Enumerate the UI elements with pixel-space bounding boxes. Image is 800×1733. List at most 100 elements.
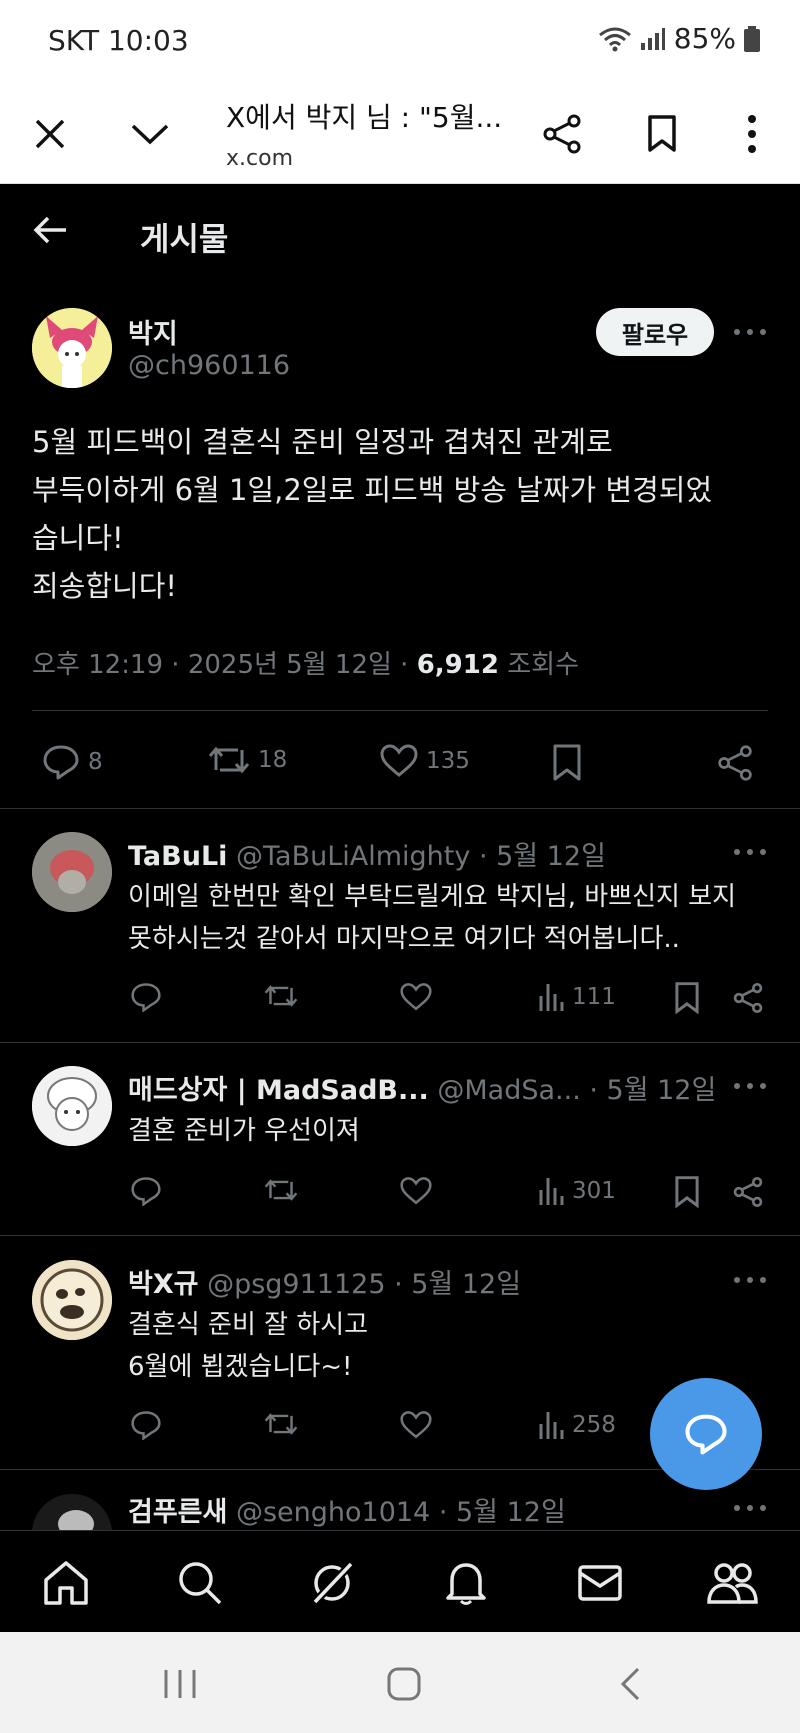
battery-percent: 85% (673, 22, 736, 55)
post-more-button[interactable] (730, 324, 770, 340)
avatar[interactable] (32, 308, 112, 388)
reply-like-button[interactable] (400, 982, 432, 1012)
reply-text-line: 못하시는것 같아서 마지막으로 여기다 적어봅니다.. (128, 924, 680, 954)
reply-author-name[interactable]: 검푸른새 (128, 1497, 227, 1528)
home-icon (44, 1561, 88, 1605)
reply-like-button[interactable] (400, 1176, 432, 1206)
repost-icon (264, 1413, 298, 1435)
nav-notifications[interactable] (436, 1553, 496, 1613)
reply-author-name[interactable]: 박X규 (128, 1269, 199, 1300)
reply-share-button[interactable] (732, 1176, 764, 1208)
reply-bookmark-button[interactable] (674, 1176, 700, 1208)
reply-share-button[interactable] (732, 982, 764, 1014)
recent-apps-button[interactable] (150, 1662, 210, 1706)
back-arrow-icon (33, 216, 66, 244)
bookmark-button[interactable] (552, 744, 582, 782)
browser-page-title: X에서 박지 님 : "5월... (226, 101, 503, 134)
nav-home[interactable] (36, 1553, 96, 1613)
reply-date[interactable]: · 5월 12일 (581, 1075, 716, 1106)
close-tab-button[interactable] (20, 104, 80, 164)
reply-reply-button[interactable] (130, 1176, 162, 1206)
bell-icon (446, 1563, 486, 1605)
reply-more-button[interactable] (730, 1500, 770, 1516)
reply-repost-button[interactable] (264, 1410, 298, 1438)
like-button[interactable]: 135 (380, 744, 470, 778)
back-system-button[interactable] (600, 1662, 660, 1706)
reply-author-handle[interactable]: @sengho1014 (227, 1497, 430, 1528)
reply-text-line: 이메일 한번만 확인 부탁드릴게요 박지님, 바쁘신지 보지 (128, 882, 737, 912)
avatar[interactable] (32, 1066, 112, 1146)
reply-views-button[interactable]: 301 (538, 1176, 616, 1206)
more-dot (734, 1083, 740, 1089)
avatar-illustration (32, 308, 112, 388)
share-icon (718, 745, 752, 781)
compose-reply-button[interactable] (650, 1378, 762, 1490)
reply-like-button[interactable] (400, 1410, 432, 1440)
reply-header: 매드상자 | MadSadB... @MadSa... · 5월 12일 (128, 1068, 728, 1107)
search-icon (179, 1562, 222, 1605)
reply-repost-button[interactable] (264, 982, 298, 1010)
back-button[interactable] (30, 210, 74, 254)
reply-bookmark-button[interactable] (674, 982, 700, 1014)
reply-author-handle[interactable]: @psg911125 (199, 1269, 385, 1300)
grok-icon (312, 1561, 354, 1605)
post-timestamp[interactable]: 오후 12:19 · 2025년 5월 12일 · (32, 650, 417, 680)
divider (0, 1235, 800, 1236)
repost-icon (264, 985, 298, 1007)
status-time: SKT 10:03 (48, 24, 189, 57)
mail-icon (578, 1565, 622, 1601)
bookmark-page-button[interactable] (632, 104, 692, 164)
avatar[interactable] (32, 1260, 112, 1340)
more-dot (747, 1083, 753, 1089)
reply-reply-button[interactable] (130, 982, 162, 1012)
reply-date[interactable]: · 5월 12일 (430, 1497, 566, 1528)
reply-date[interactable]: · 5월 12일 (386, 1269, 521, 1300)
repost-button[interactable]: 18 (208, 744, 287, 776)
overflow-menu-button[interactable] (722, 104, 782, 164)
reply-text-line: 6월에 뵙겠습니다~! (128, 1352, 353, 1382)
reply-text-line: 결혼식 준비 잘 하시고 (128, 1310, 369, 1340)
share-button[interactable] (532, 104, 592, 164)
nav-messages[interactable] (570, 1553, 630, 1613)
page-title-area[interactable]: X에서 박지 님 : "5월... x.com (226, 88, 526, 171)
reply-views-button[interactable]: 111 (538, 982, 616, 1012)
post-text-line: 부득이하게 6월 1일,2일로 피드백 방송 날짜가 변경되었 (32, 473, 713, 507)
reply-more-button[interactable] (730, 1078, 770, 1094)
reply-more-button[interactable] (730, 1272, 770, 1288)
reply-repost-button[interactable] (264, 1176, 298, 1204)
reply-more-button[interactable] (730, 844, 770, 860)
reply-date[interactable]: · 5월 12일 (470, 841, 606, 872)
reply-views-button[interactable]: 258 (538, 1410, 616, 1440)
avatar[interactable] (32, 832, 112, 912)
reply-author-name[interactable]: 매드상자 | MadSadB... (128, 1075, 429, 1106)
avatar[interactable] (32, 1494, 112, 1530)
more-dot (760, 1083, 766, 1089)
heart-icon (400, 1411, 432, 1439)
share-icon (733, 982, 763, 1014)
reply-views: 111 (572, 984, 616, 1010)
nav-communities[interactable] (702, 1553, 762, 1613)
reply-author-handle[interactable]: @TaBuLiAlmighty (236, 841, 470, 872)
share-icon (543, 114, 581, 154)
battery-icon (744, 25, 760, 52)
reply-author-handle[interactable]: @MadSa... (429, 1075, 580, 1106)
nav-search[interactable] (170, 1553, 230, 1613)
reply-button[interactable]: 8 (42, 744, 103, 780)
divider (0, 1042, 800, 1043)
nav-grok[interactable] (302, 1553, 362, 1613)
follow-button[interactable]: 팔로우 (596, 308, 714, 356)
more-dot (734, 329, 740, 335)
reply-header: TaBuLi @TaBuLiAlmighty · 5월 12일 (128, 834, 728, 873)
author-name[interactable]: 박지 (128, 312, 178, 351)
signal-icon (640, 27, 665, 50)
author-handle[interactable]: @ch960116 (128, 350, 290, 381)
wifi-icon (598, 27, 631, 51)
status-icons: 85% (598, 22, 760, 55)
reply-reply-button[interactable] (130, 1410, 162, 1440)
more-dot (734, 1505, 740, 1511)
minimize-tab-button[interactable] (120, 104, 180, 164)
reply-author-name[interactable]: TaBuLi (128, 841, 227, 872)
post-share-button[interactable] (716, 744, 754, 782)
home-system-button[interactable] (374, 1662, 434, 1706)
browser-toolbar: X에서 박지 님 : "5월... x.com (0, 84, 800, 184)
